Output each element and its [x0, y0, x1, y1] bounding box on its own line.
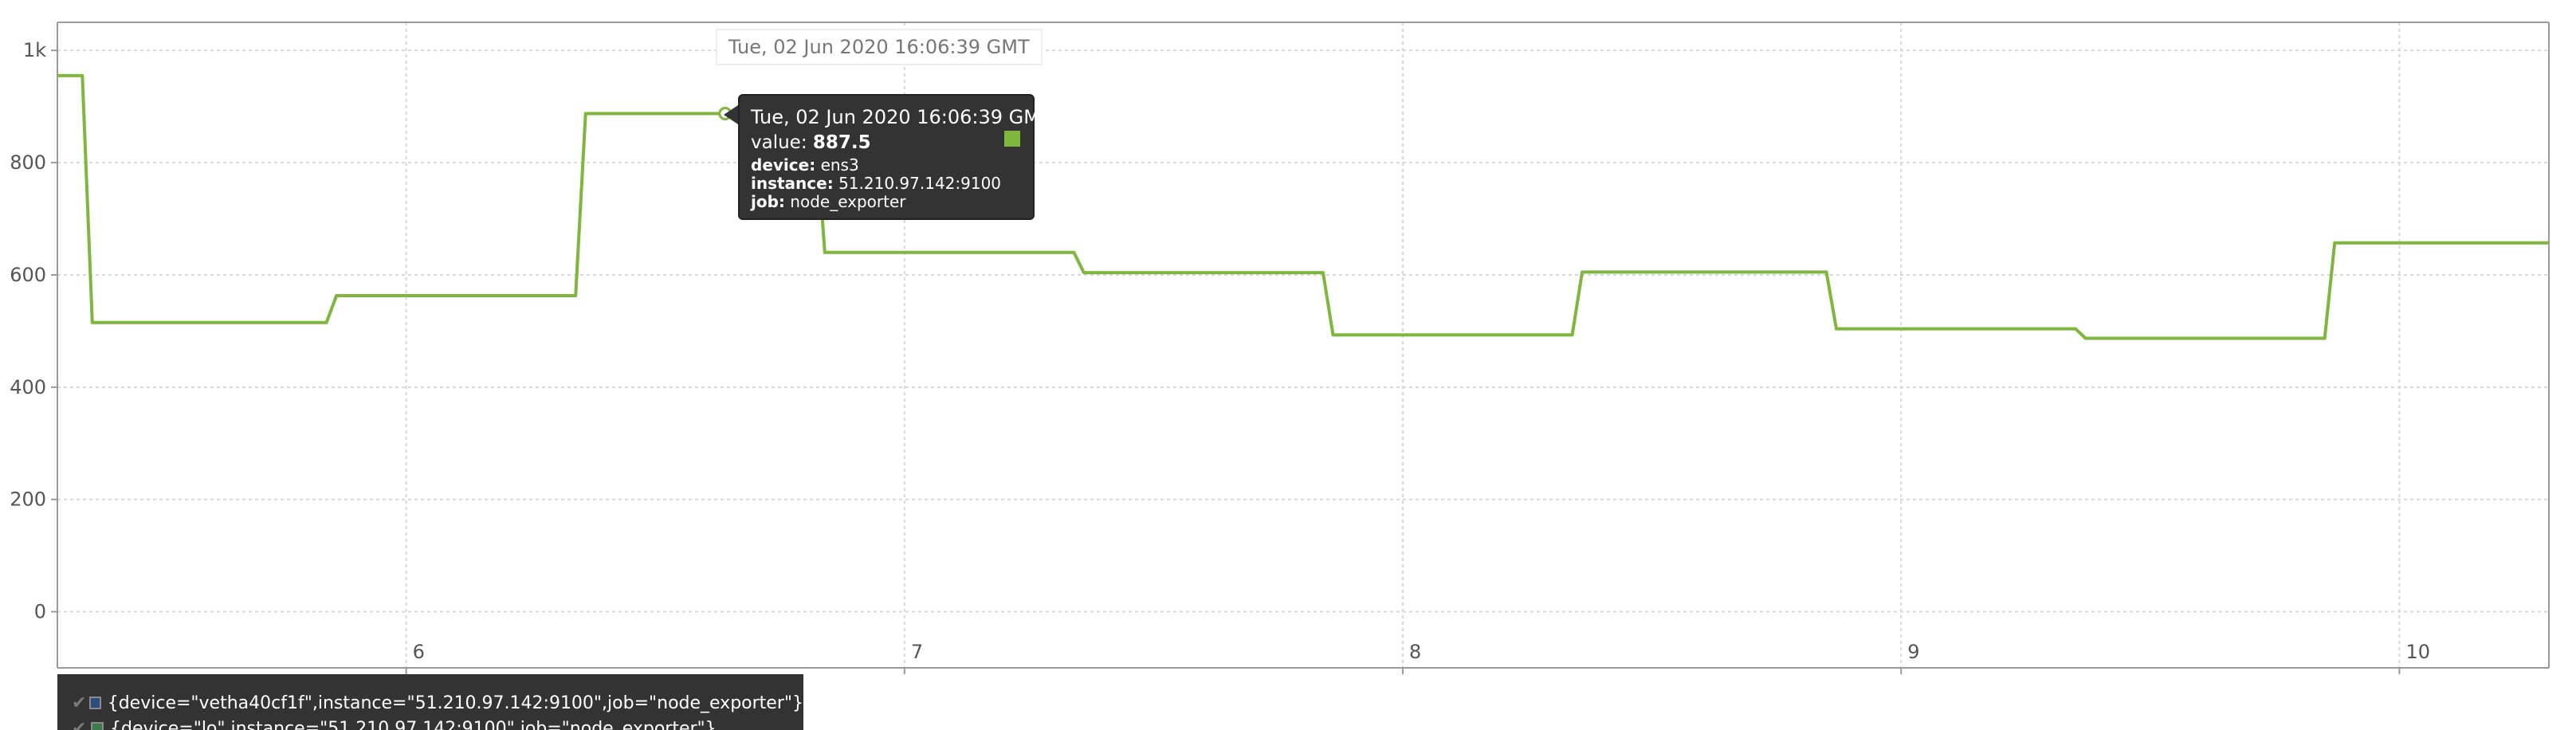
tooltip-label-job: job: node_exporter: [751, 192, 906, 211]
x-tick-label: 9: [1907, 641, 1919, 663]
x-tick-label: 10: [2405, 641, 2430, 663]
y-tick-label: 800: [10, 151, 46, 174]
legend-item-label: {device="vetha40cf1f",instance="51.210.9…: [107, 693, 803, 713]
series-tooltip: Tue, 02 Jun 2020 16:06:39 GMT value: 887…: [738, 94, 1052, 220]
tooltip-value: 887.5: [812, 132, 871, 153]
check-icon: ✔: [72, 693, 87, 713]
graph-panel: 0 200 400 600 800 1k 6 7 8 9 10 Tue, 02 Jun 2020 1…: [0, 0, 2576, 730]
legend-swatch: [88, 697, 101, 709]
legend-item[interactable]: ✔ {device="lo",instance="51.210.97.142:9…: [57, 716, 803, 730]
tooltip-arrow: [724, 105, 738, 124]
tooltip-label-device: device: ens3: [751, 155, 859, 175]
y-tick-label: 400: [10, 376, 46, 398]
tooltip-value-row: value: 887.5: [751, 129, 1022, 156]
tooltip-label-key: device: [751, 155, 810, 175]
series-legend: ✔ {device="vetha40cf1f",instance="51.210…: [57, 674, 803, 730]
y-tick-label: 1k: [23, 39, 46, 61]
series-line[interactable]: [57, 73, 2549, 340]
check-icon: ✔: [72, 718, 87, 730]
axes-layer: [51, 22, 2550, 674]
x-tick-label: 7: [911, 641, 923, 663]
tooltip-label-value: node_exporter: [790, 192, 906, 211]
y-tick-label: 600: [10, 264, 46, 286]
legend-item[interactable]: ✔ {device="vetha40cf1f",instance="51.210…: [57, 690, 803, 716]
hover-time-label: Tue, 02 Jun 2020 16:06:39 GMT: [716, 29, 1043, 65]
tick-labels: 0 200 400 600 800 1k 6 7 8 9 10: [10, 39, 2430, 663]
tooltip-series-swatch: [1004, 131, 1020, 147]
grid-layer: [57, 22, 2549, 668]
tooltip-title: Tue, 02 Jun 2020 16:06:39 GMT: [751, 106, 1052, 128]
tooltip-label-value: ens3: [820, 155, 859, 175]
y-tick-label: 200: [10, 489, 46, 511]
tooltip-label-key: job: [751, 192, 779, 211]
x-tick-label: 6: [413, 641, 425, 663]
line-chart[interactable]: 0 200 400 600 800 1k 6 7 8 9 10: [0, 0, 2576, 730]
y-tick-label: 0: [34, 601, 46, 623]
tooltip-value-label: value:: [751, 132, 807, 153]
legend-item-label: {device="lo",instance="51.210.97.142:910…: [110, 718, 717, 730]
legend-swatch: [91, 722, 104, 730]
series-layer: [57, 73, 2549, 340]
tooltip-label-key: instance: [751, 174, 827, 193]
tooltip-label-instance: instance: 51.210.97.142:9100: [751, 174, 1002, 193]
x-tick-label: 8: [1409, 641, 1421, 663]
tooltip-label-value: 51.210.97.142:9100: [838, 174, 1002, 193]
